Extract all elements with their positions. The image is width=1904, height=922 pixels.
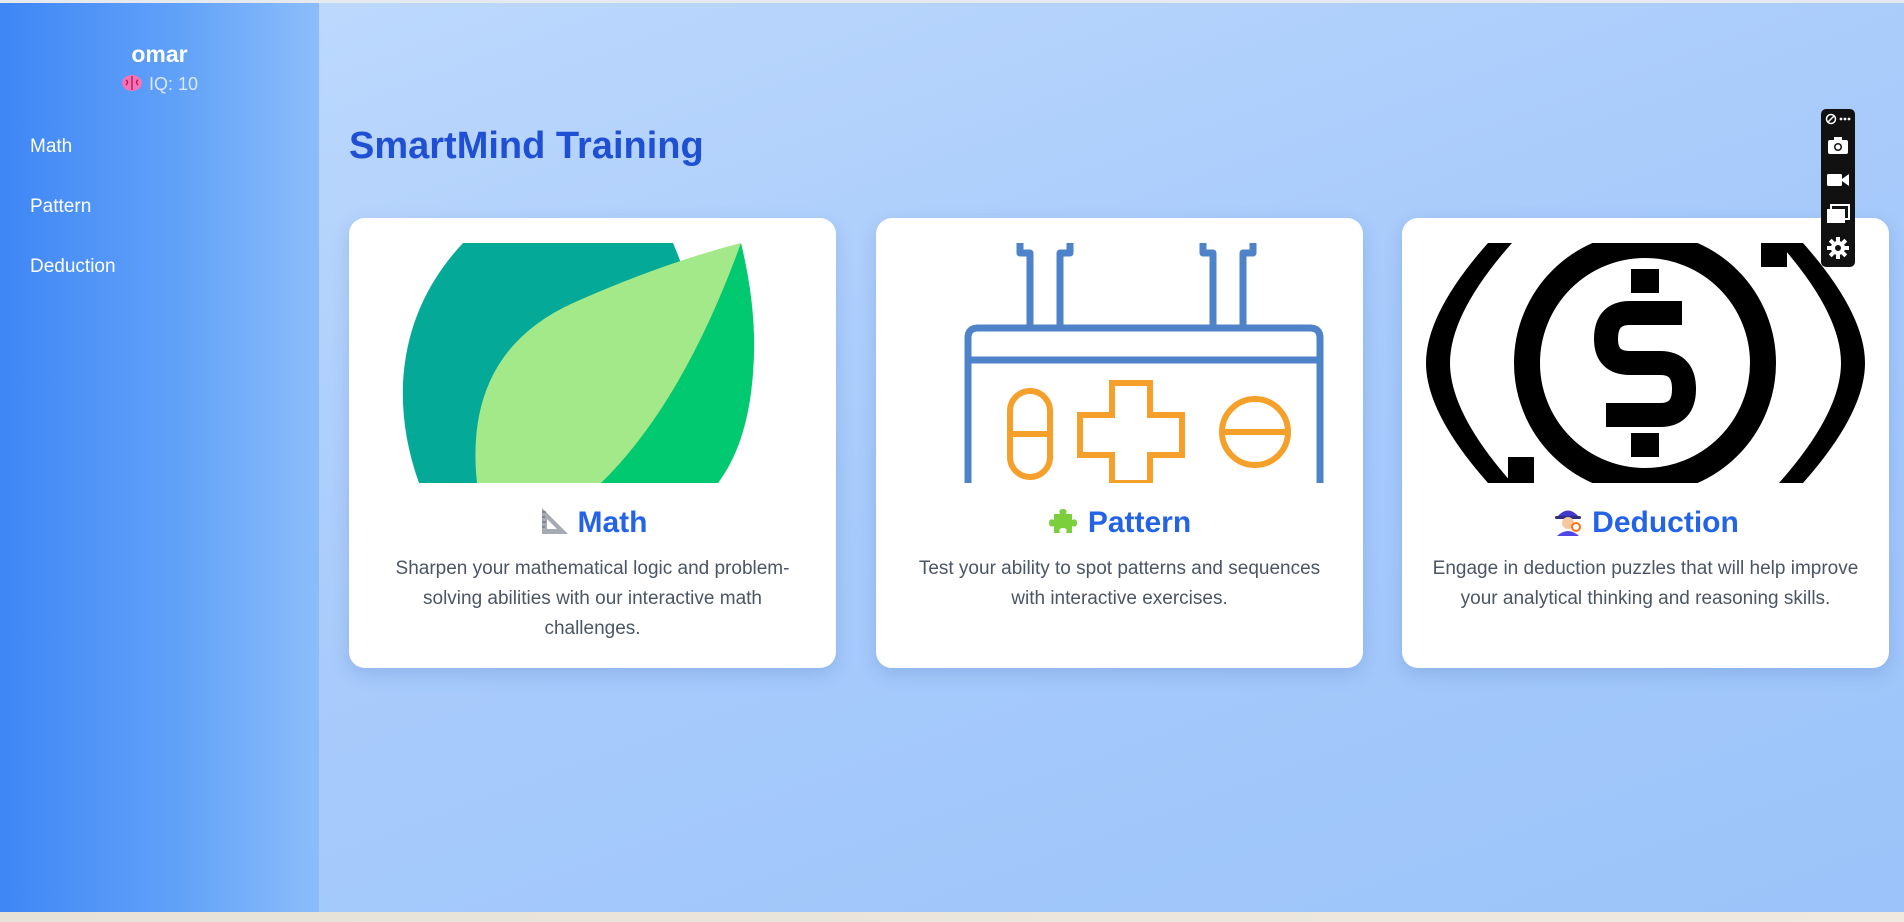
sidebar-item-deduction[interactable]: Deduction bbox=[30, 256, 116, 278]
deduction-card-title: Deduction bbox=[1402, 506, 1889, 540]
floating-capture-toolbar bbox=[1821, 109, 1855, 267]
pattern-card[interactable]: Pattern Test your ability to spot patter… bbox=[876, 218, 1363, 668]
sidebar-item-math[interactable]: Math bbox=[30, 136, 72, 158]
deduction-card-description: Engage in deduction puzzles that will he… bbox=[1432, 558, 1859, 609]
window-bottom-border bbox=[0, 912, 1904, 922]
more-icon[interactable] bbox=[1839, 117, 1851, 121]
extension-icon[interactable] bbox=[1825, 113, 1837, 125]
video-icon[interactable] bbox=[1826, 168, 1850, 192]
brain-icon bbox=[121, 75, 142, 91]
camera-icon[interactable] bbox=[1826, 134, 1850, 158]
triangular-ruler-icon bbox=[541, 508, 568, 534]
math-card-image bbox=[373, 243, 812, 483]
math-card[interactable]: Math Sharpen your mathematical logic and… bbox=[349, 218, 836, 668]
sidebar: omar IQ: 10 Math Pattern Deduction bbox=[0, 3, 319, 912]
page-title: SmartMind Training bbox=[349, 125, 704, 167]
settings-icon[interactable] bbox=[1826, 236, 1850, 260]
math-card-title-text: Math bbox=[577, 506, 648, 539]
math-card-title: Math bbox=[349, 506, 836, 540]
battery-illustration bbox=[964, 243, 1324, 483]
sidebar-item-pattern[interactable]: Pattern bbox=[30, 196, 91, 218]
detective-icon bbox=[1555, 510, 1582, 536]
pattern-card-title: Pattern bbox=[876, 506, 1363, 540]
pattern-card-image bbox=[900, 243, 1339, 483]
math-card-description: Sharpen your mathematical logic and prob… bbox=[395, 558, 790, 639]
main-content: SmartMind Training Math Sharpen your mat… bbox=[319, 3, 1904, 912]
iq-label: IQ: 10 bbox=[148, 74, 199, 94]
window-icon[interactable] bbox=[1826, 202, 1850, 226]
dollar-coin-illustration bbox=[1426, 243, 1865, 483]
deduction-card-title-text: Deduction bbox=[1592, 506, 1739, 539]
puzzle-piece-icon bbox=[1048, 509, 1077, 533]
deduction-card-image bbox=[1426, 243, 1865, 483]
pattern-card-title-text: Pattern bbox=[1087, 506, 1192, 539]
username: omar bbox=[131, 41, 188, 67]
leaf-illustration bbox=[402, 243, 755, 483]
iq-score: IQ: 10 bbox=[0, 74, 319, 95]
pattern-card-description: Test your ability to spot patterns and s… bbox=[918, 558, 1321, 609]
deduction-card[interactable]: Deduction Engage in deduction puzzles th… bbox=[1402, 218, 1889, 668]
